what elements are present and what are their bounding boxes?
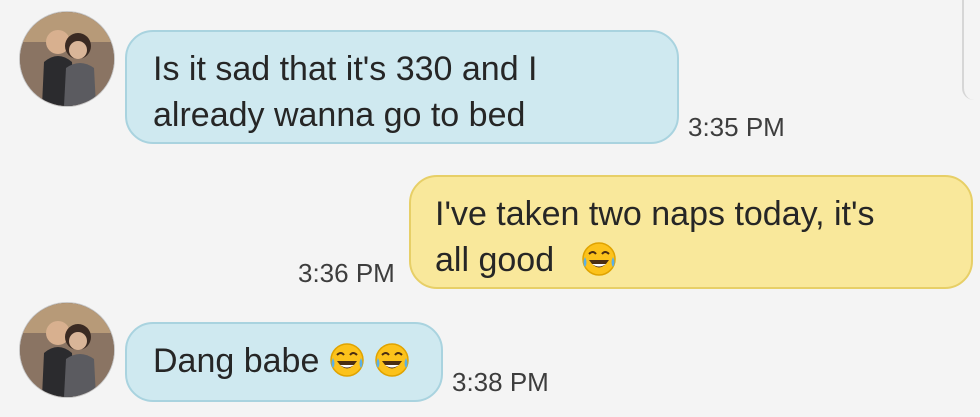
message-timestamp: 3:36 PM xyxy=(298,258,395,288)
message-text: Dang babe xyxy=(153,342,320,380)
face-with-tears-of-joy-icon xyxy=(329,342,365,378)
message-bubble-incoming[interactable]: Is it sad that it's 330 and I already wa… xyxy=(125,30,679,144)
message-timestamp: 3:35 PM xyxy=(688,112,785,142)
contact-avatar[interactable] xyxy=(20,12,114,106)
face-with-tears-of-joy-icon xyxy=(581,241,617,277)
conversation-thread: Is it sad that it's 330 and I already wa… xyxy=(0,0,980,417)
avatar-photo-icon xyxy=(20,303,114,397)
message-bubble-incoming[interactable]: Dang babe xyxy=(125,322,443,402)
message-text: Is it sad that it's 330 and I already wa… xyxy=(153,50,538,134)
message-timestamp: 3:38 PM xyxy=(452,367,549,397)
message-text: I've taken two naps today, it's all good xyxy=(435,195,875,279)
message-bubble-outgoing[interactable]: I've taken two naps today, it's all good xyxy=(409,175,973,289)
avatar-photo-icon xyxy=(20,12,114,106)
scroll-edge xyxy=(962,0,980,100)
face-with-tears-of-joy-icon xyxy=(374,342,410,378)
contact-avatar[interactable] xyxy=(20,303,114,397)
